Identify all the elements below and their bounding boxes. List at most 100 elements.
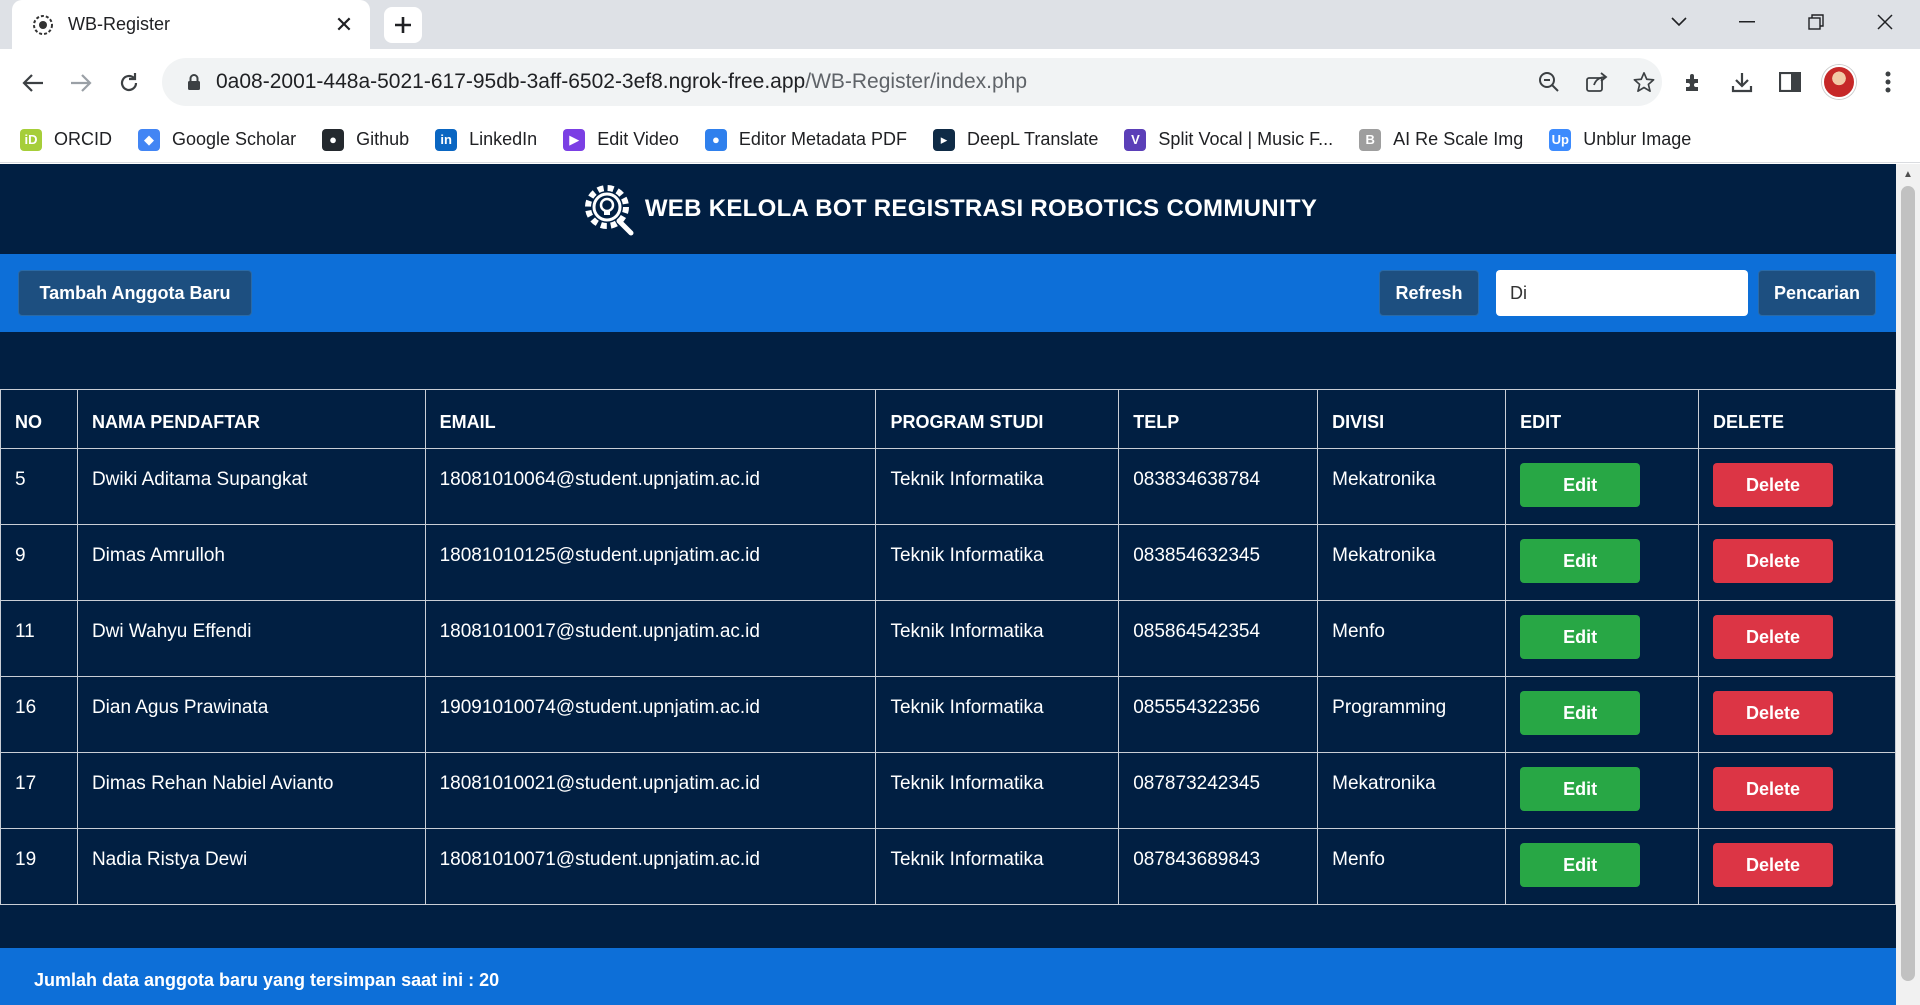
cell-program: Teknik Informatika: [875, 752, 1120, 829]
bookmark-item[interactable]: V Split Vocal | Music F...: [1124, 128, 1333, 151]
delete-button[interactable]: Delete: [1713, 767, 1833, 811]
vocal-icon: V: [1124, 128, 1147, 151]
edit-button[interactable]: Edit: [1520, 691, 1641, 735]
cell-name: Dimas Rehan Nabiel Avianto: [76, 752, 426, 829]
tab-search-button[interactable]: [1656, 6, 1702, 38]
page-viewport: WEB KELOLA BOT REGISTRASI ROBOTICS COMMU…: [0, 164, 1896, 1005]
cell-delete: Delete: [1698, 524, 1896, 601]
bookmark-item[interactable]: ● Github: [322, 128, 410, 151]
browser-tab-strip: WB-Register ✕: [0, 0, 1920, 49]
search-input[interactable]: [1496, 270, 1748, 316]
edit-button[interactable]: Edit: [1520, 767, 1641, 811]
url-path: /WB-Register/index.php: [805, 70, 1027, 93]
github-icon: ●: [322, 128, 345, 151]
bookmark-label: ORCID: [54, 129, 112, 149]
vertical-scrollbar[interactable]: ▲: [1896, 164, 1920, 1005]
bookmark-label: AI Re Scale Img: [1393, 129, 1524, 149]
bookmark-label: LinkedIn: [469, 129, 538, 149]
address-bar[interactable]: 0a08-2001-448a-5021-617-95db-3aff-6502-3…: [162, 58, 1662, 106]
bookmark-item[interactable]: ◆ Google Scholar: [138, 128, 296, 151]
minimize-button[interactable]: [1724, 6, 1770, 38]
browser-tab-active[interactable]: WB-Register ✕: [12, 0, 370, 49]
edit-button[interactable]: Edit: [1520, 539, 1641, 583]
bookmark-item[interactable]: Up Unblur Image: [1549, 128, 1692, 151]
forward-button[interactable]: [62, 64, 100, 102]
people-icon: ●: [704, 128, 727, 151]
scroll-thumb[interactable]: [1901, 186, 1915, 981]
table-header-row: NO NAMA PENDAFTAR EMAIL PROGRAM STUDI TELP DI…: [0, 389, 1896, 449]
share-icon[interactable]: [1582, 67, 1612, 97]
delete-button[interactable]: Delete: [1713, 691, 1833, 735]
bookmark-item[interactable]: iD ORCID: [20, 128, 112, 151]
profile-avatar[interactable]: [1822, 65, 1856, 99]
video-icon: ▶: [563, 128, 586, 151]
unblur-icon: Up: [1549, 128, 1572, 151]
cell-no: 5: [0, 448, 78, 525]
edit-button[interactable]: Edit: [1520, 615, 1641, 659]
cell-program: Teknik Informatika: [875, 600, 1120, 677]
new-tab-button[interactable]: [384, 7, 422, 43]
page-title: WEB KELOLA BOT REGISTRASI ROBOTICS COMMU…: [644, 195, 1318, 222]
member-count-text: Jumlah data anggota baru yang tersimpan …: [34, 970, 500, 990]
back-button[interactable]: [14, 64, 52, 102]
close-tab-icon[interactable]: ✕: [332, 12, 356, 37]
cell-division: Programming: [1317, 676, 1507, 753]
close-window-button[interactable]: [1862, 6, 1908, 38]
cell-program: Teknik Informatika: [875, 448, 1120, 525]
bookmark-item[interactable]: ▸ DeepL Translate: [933, 128, 1098, 151]
delete-button[interactable]: Delete: [1713, 615, 1833, 659]
bookmark-item[interactable]: ▶ Edit Video: [563, 128, 679, 151]
refresh-button[interactable]: Refresh: [1379, 270, 1479, 316]
delete-button[interactable]: Delete: [1713, 463, 1833, 507]
star-icon[interactable]: [1629, 67, 1659, 97]
scroll-up-icon[interactable]: ▲: [1896, 164, 1920, 184]
bookmark-label: Edit Video: [597, 129, 679, 149]
extensions-icon[interactable]: [1676, 64, 1712, 100]
bookmark-item[interactable]: B AI Re Scale Img: [1359, 128, 1524, 151]
cell-delete: Delete: [1698, 828, 1896, 905]
chevron-down-icon: [1671, 17, 1687, 27]
cell-division: Mekatronika: [1317, 448, 1507, 525]
table-row: 17 Dimas Rehan Nabiel Avianto 18081010021@…: [0, 752, 1896, 829]
linkedin-icon: in: [435, 128, 458, 151]
more-menu-icon[interactable]: [1870, 64, 1906, 100]
bookmark-label: Github: [356, 129, 410, 149]
restore-icon: [1808, 14, 1824, 30]
site-header: WEB KELOLA BOT REGISTRASI ROBOTICS COMMU…: [0, 164, 1896, 254]
cell-no: 11: [0, 600, 78, 677]
column-header: DIVISI: [1317, 389, 1507, 449]
add-member-button[interactable]: Tambah Anggota Baru: [18, 270, 252, 316]
cell-no: 16: [0, 676, 78, 753]
tab-title: WB-Register: [68, 14, 171, 34]
cell-phone: 085864542354: [1118, 600, 1319, 677]
footer-bar: Jumlah data anggota baru yang tersimpan …: [0, 948, 1896, 1005]
bookmark-item[interactable]: in LinkedIn: [435, 128, 538, 151]
delete-button[interactable]: Delete: [1713, 539, 1833, 583]
cell-email: 18081010021@student.upnjatim.ac.id: [424, 752, 877, 829]
search-button[interactable]: Pencarian: [1758, 270, 1876, 316]
edit-button[interactable]: Edit: [1520, 463, 1641, 507]
table-row: 16 Dian Agus Prawinata 19091010074@student…: [0, 676, 1896, 753]
plus-icon: [395, 17, 411, 33]
bookmark-item[interactable]: ● Editor Metadata PDF: [704, 128, 907, 151]
arrow-left-icon: [22, 74, 43, 92]
download-icon[interactable]: [1724, 64, 1760, 100]
side-panel-icon[interactable]: [1772, 64, 1808, 100]
reload-button[interactable]: [110, 64, 148, 102]
edit-button[interactable]: Edit: [1520, 843, 1641, 887]
zoom-icon[interactable]: [1534, 67, 1564, 97]
cell-email: 18081010071@student.upnjatim.ac.id: [424, 828, 877, 905]
table-row: 5 Dwiki Aditama Supangkat 18081010064@stud…: [0, 448, 1896, 525]
bookmark-label: Unblur Image: [1583, 129, 1692, 149]
cell-division: Menfo: [1317, 600, 1507, 677]
cell-phone: 083854632345: [1118, 524, 1319, 601]
cell-no: 19: [0, 828, 78, 905]
table-body: 5 Dwiki Aditama Supangkat 18081010064@stud…: [0, 448, 1896, 905]
delete-button[interactable]: Delete: [1713, 843, 1833, 887]
column-header: TELP: [1118, 389, 1319, 449]
cell-email: 18081010017@student.upnjatim.ac.id: [424, 600, 877, 677]
close-icon: [1877, 14, 1893, 30]
restore-button[interactable]: [1793, 6, 1839, 38]
cell-name: Dimas Amrulloh: [76, 524, 426, 601]
cell-program: Teknik Informatika: [875, 524, 1120, 601]
